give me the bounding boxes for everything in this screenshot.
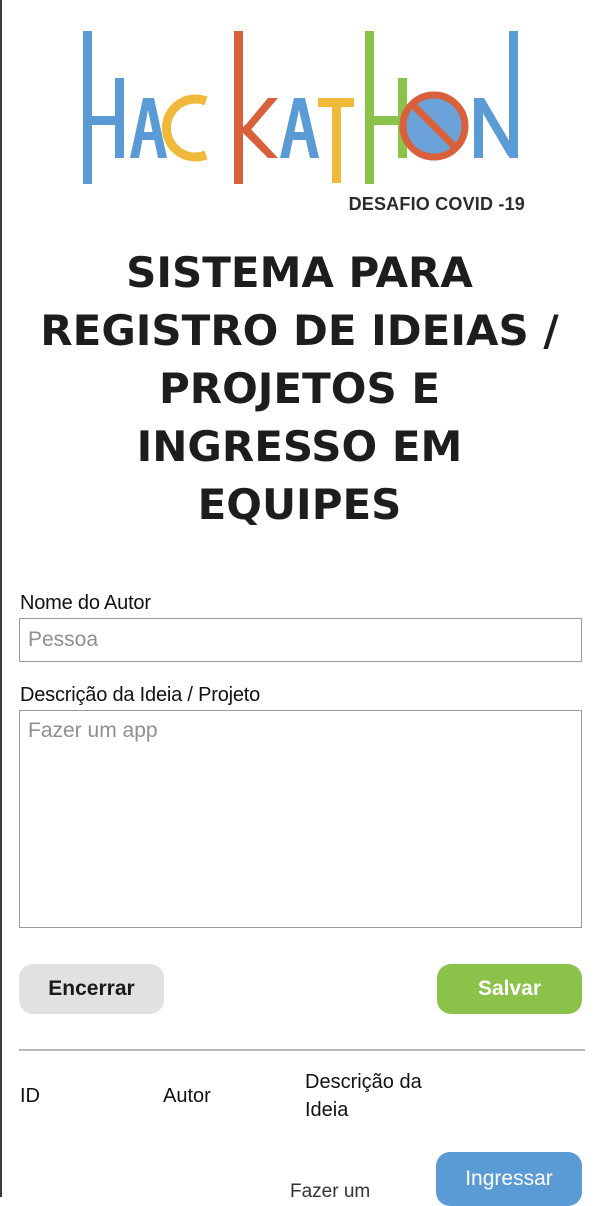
title-line: REGISTRO DE IDEIAS /	[40, 306, 559, 355]
close-button[interactable]: Encerrar	[19, 964, 164, 1014]
save-button[interactable]: Salvar	[437, 964, 582, 1014]
author-label: Nome do Autor	[20, 592, 151, 614]
description-label: Descrição da Ideia / Projeto	[20, 684, 261, 706]
hackathon-logo: DESAFIO COVID -19	[78, 28, 528, 218]
divider	[19, 1049, 585, 1051]
page-left-border	[0, 0, 2, 1197]
table-header-description: Descrição da Ideia	[305, 1071, 422, 1121]
title-line: SISTEMA PARA	[126, 248, 473, 297]
table-cell-description: Fazer um	[290, 1181, 371, 1202]
author-input[interactable]	[19, 618, 582, 662]
table-header-id: ID	[20, 1085, 40, 1107]
title-line: INGRESSO EM	[136, 422, 463, 471]
title-line: PROJETOS E	[158, 364, 441, 413]
hackathon-logo-graphic	[83, 31, 518, 184]
page-title: SISTEMA PARA REGISTRO DE IDEIAS / PROJET…	[0, 244, 599, 534]
table-header-author: Autor	[163, 1085, 211, 1107]
join-button[interactable]: Ingressar	[436, 1152, 582, 1206]
description-textarea[interactable]	[19, 710, 582, 928]
title-line: EQUIPES	[197, 480, 402, 529]
logo-subtitle: DESAFIO COVID -19	[348, 194, 525, 214]
